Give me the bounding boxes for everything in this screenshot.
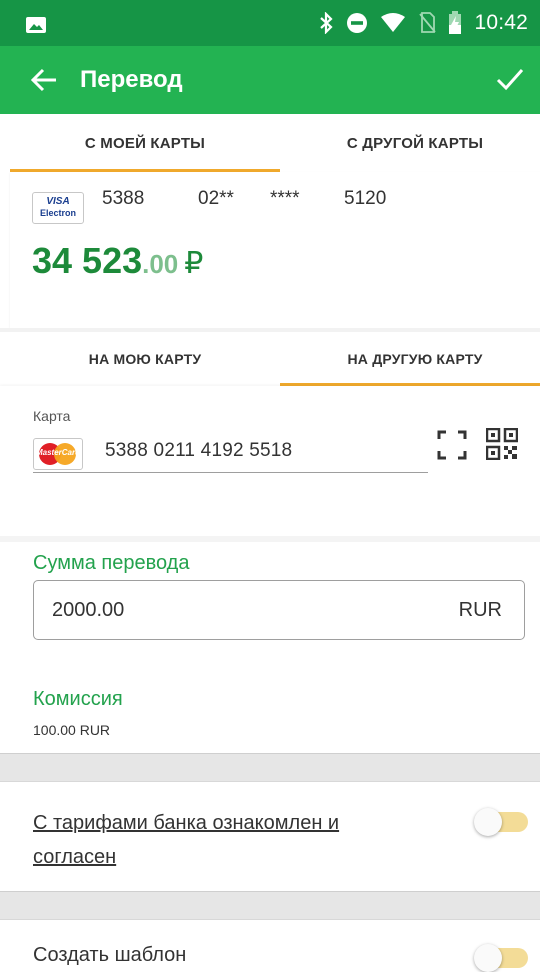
card-number-input[interactable]: 5388 0211 4192 5518 xyxy=(105,440,292,462)
section-divider xyxy=(0,753,540,782)
section-divider xyxy=(0,891,540,920)
tab-label: НА МОЮ КАРТУ xyxy=(88,351,202,367)
toggle-thumb xyxy=(474,808,502,836)
tab-label: НА ДРУГУЮ КАРТУ xyxy=(347,351,483,367)
fee-section-title: Комиссия xyxy=(33,688,123,710)
input-underline xyxy=(33,472,428,473)
balance-integer: 34 523 xyxy=(32,240,143,281)
bluetooth-icon xyxy=(320,12,334,34)
no-sim-icon xyxy=(419,12,437,33)
amount-value[interactable]: 2000.00 xyxy=(52,599,124,622)
tab-to-my-card[interactable]: НА МОЮ КАРТУ xyxy=(10,332,280,386)
check-icon[interactable] xyxy=(496,66,524,92)
source-card-panel[interactable]: VISA Electron 5388 02** **** 5120 34 523… xyxy=(10,172,540,328)
destination-card-panel: Карта MasterCard 5388 0211 4192 5518 xyxy=(0,386,540,540)
divider xyxy=(0,536,540,542)
card-number-part: **** xyxy=(270,188,300,209)
create-template-label: Создать шаблон xyxy=(33,944,187,966)
card-balance: 34 523.00 ₽ xyxy=(32,240,203,282)
toggle-thumb xyxy=(474,944,502,972)
card-brand-line2: Electron xyxy=(39,208,76,218)
status-icons: 10:42 xyxy=(318,10,528,36)
clock: 10:42 xyxy=(474,11,528,34)
amount-input[interactable]: 2000.00 RUR xyxy=(33,580,525,640)
balance-decimal: .00 xyxy=(142,249,179,279)
card-field-label: Карта xyxy=(33,408,71,424)
destination-tabs: НА МОЮ КАРТУ НА ДРУГУЮ КАРТУ xyxy=(10,332,540,386)
status-bar: 10:42 xyxy=(0,0,540,46)
card-number-part: 02** xyxy=(198,188,234,209)
image-icon xyxy=(26,17,46,33)
tab-label: С ДРУГОЙ КАРТЫ xyxy=(346,134,484,152)
ruble-sign: ₽ xyxy=(184,247,204,280)
amount-currency: RUR xyxy=(458,599,502,621)
page-title: Перевод xyxy=(80,66,183,93)
do-not-disturb-icon xyxy=(347,13,368,33)
scan-card-icon[interactable] xyxy=(437,430,467,460)
arrow-left-icon[interactable] xyxy=(30,68,58,92)
tab-to-other-card[interactable]: НА ДРУГУЮ КАРТУ xyxy=(280,332,540,386)
card-number-part: 5120 xyxy=(344,188,387,209)
tariffs-agreement-link[interactable]: С тарифами банка ознакомлен и согласен xyxy=(33,806,393,874)
tab-from-other-card[interactable]: С ДРУГОЙ КАРТЫ xyxy=(280,114,540,172)
visa-electron-logo: VISA Electron xyxy=(32,192,84,224)
mastercard-logo: MasterCard xyxy=(33,438,83,470)
tab-label: С МОЕЙ КАРТЫ xyxy=(84,134,206,152)
app-bar: Перевод xyxy=(0,46,540,114)
mastercard-text: MasterCard xyxy=(35,448,80,457)
card-number-part: 5388 xyxy=(102,188,145,209)
tab-from-my-card[interactable]: С МОЕЙ КАРТЫ xyxy=(10,114,280,172)
battery-charging-icon xyxy=(449,11,462,34)
qr-code-icon[interactable] xyxy=(486,428,518,460)
amount-section-title: Сумма перевода xyxy=(33,552,190,574)
card-brand-line1: VISA xyxy=(46,196,70,207)
wifi-icon xyxy=(381,13,406,32)
fee-value: 100.00 RUR xyxy=(33,722,111,738)
source-tabs: С МОЕЙ КАРТЫ С ДРУГОЙ КАРТЫ xyxy=(10,114,540,173)
source-card-number: 5388 02** **** 5120 xyxy=(102,188,386,210)
